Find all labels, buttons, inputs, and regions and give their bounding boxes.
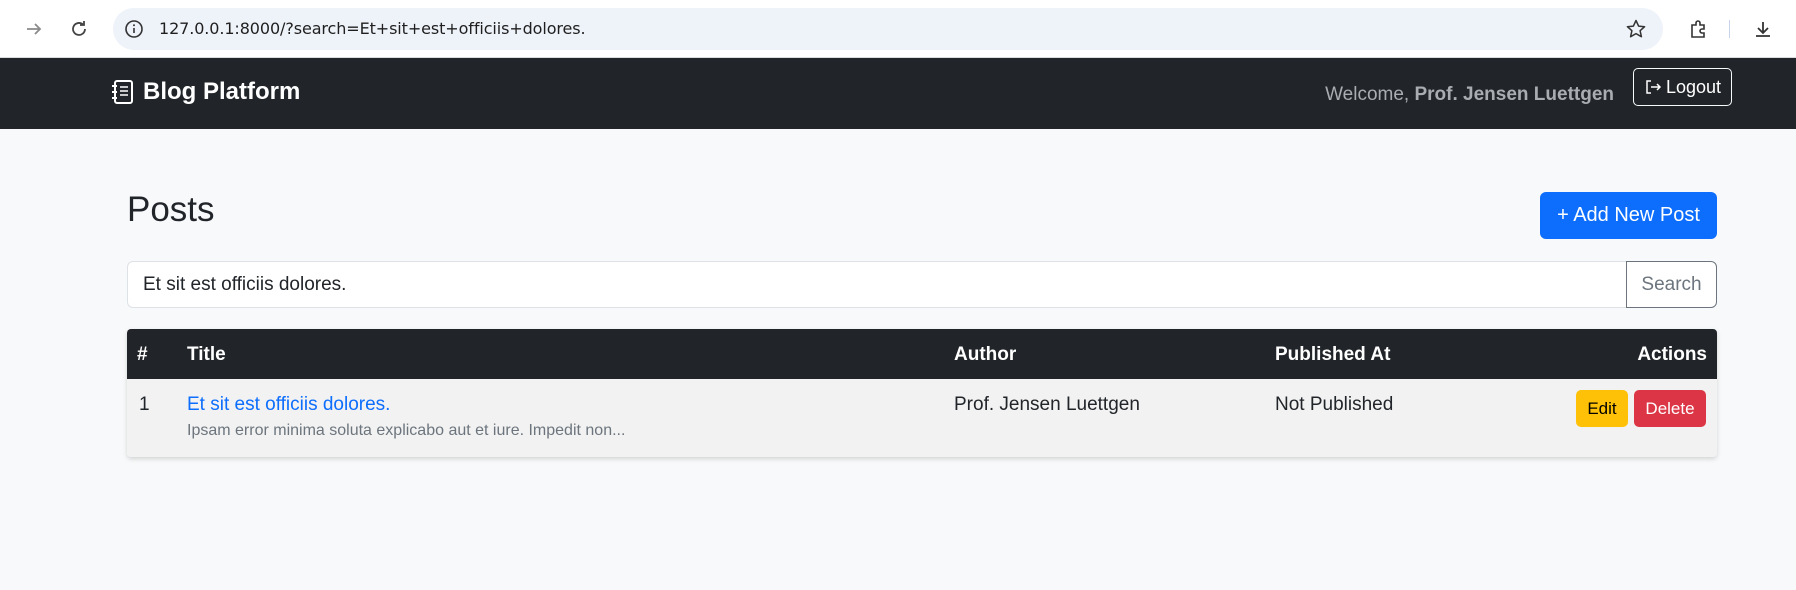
edit-button[interactable]: Edit xyxy=(1576,390,1628,427)
logout-button[interactable]: Logout xyxy=(1633,68,1732,106)
reload-icon[interactable] xyxy=(61,11,97,47)
post-title-link[interactable]: Et sit est officiis dolores. xyxy=(187,394,390,415)
site-info-icon[interactable] xyxy=(123,18,145,40)
logout-label: Logout xyxy=(1665,76,1722,97)
welcome-prefix: Welcome, xyxy=(1325,84,1410,105)
page-title: Posts xyxy=(127,190,215,229)
search-button[interactable]: Search xyxy=(1626,261,1717,308)
delete-button[interactable]: Delete xyxy=(1634,390,1706,427)
post-excerpt: Ipsam error minima soluta explicabo aut … xyxy=(187,422,626,439)
table-header: # Title Author Published At Actions xyxy=(127,329,1717,379)
extensions-icon[interactable] xyxy=(1681,11,1717,47)
row-title-cell: Et sit est officiis dolores. Ipsam error… xyxy=(187,394,625,440)
logout-icon xyxy=(1646,80,1662,94)
user-name: Prof. Jensen Luettgen xyxy=(1414,84,1614,105)
header-published-at: Published At xyxy=(1275,344,1391,365)
header-author: Author xyxy=(954,344,1017,365)
header-index: # xyxy=(137,344,148,365)
url-text[interactable]: 127.0.0.1:8000/?search=Et+sit+est+offici… xyxy=(159,19,586,38)
brand-name[interactable]: Blog Platform xyxy=(143,78,300,106)
address-bar[interactable]: 127.0.0.1:8000/?search=Et+sit+est+offici… xyxy=(113,8,1663,50)
journal-icon xyxy=(112,80,133,104)
forward-icon[interactable] xyxy=(16,11,52,47)
add-new-post-button[interactable]: + Add New Post xyxy=(1540,192,1717,239)
browser-toolbar: 127.0.0.1:8000/?search=Et+sit+est+offici… xyxy=(0,0,1796,58)
search-input[interactable]: Et sit est officiis dolores. xyxy=(127,261,1627,308)
row-author: Prof. Jensen Luettgen xyxy=(954,394,1140,415)
toolbar-divider xyxy=(1729,20,1730,38)
bookmark-star-icon[interactable] xyxy=(1625,18,1647,40)
table-row: 1 Et sit est officiis dolores. Ipsam err… xyxy=(127,379,1717,457)
welcome-text: Welcome, Prof. Jensen Luettgen xyxy=(1325,84,1614,106)
header-title: Title xyxy=(187,344,226,365)
download-icon[interactable] xyxy=(1745,11,1781,47)
brand-link[interactable]: Blog Platform xyxy=(110,78,300,106)
row-index: 1 xyxy=(139,394,150,415)
posts-table: # Title Author Published At Actions 1 Et… xyxy=(127,329,1717,457)
row-published-at: Not Published xyxy=(1275,394,1394,415)
top-navbar: Blog Platform Welcome, Prof. Jensen Luet… xyxy=(0,58,1796,129)
header-actions: Actions xyxy=(1637,344,1707,365)
